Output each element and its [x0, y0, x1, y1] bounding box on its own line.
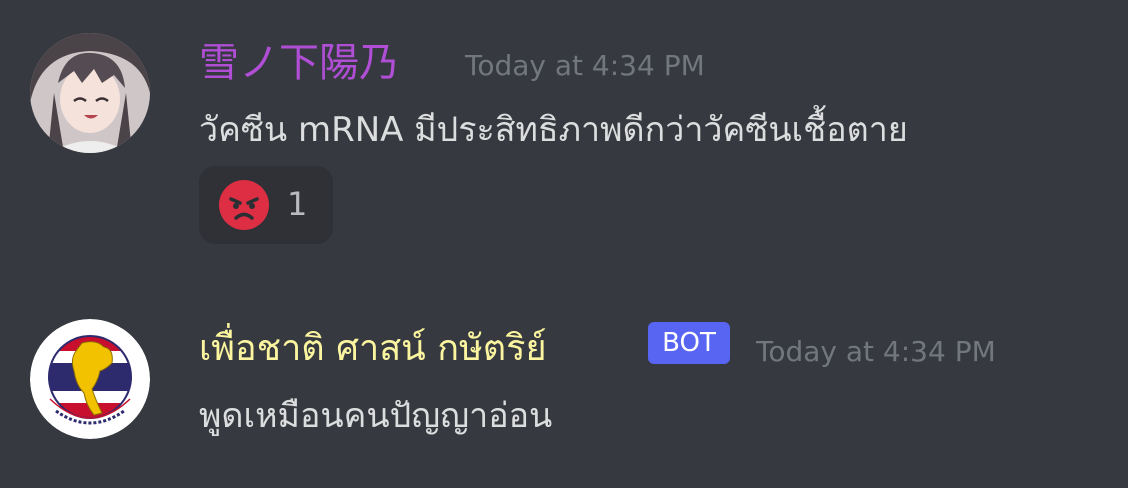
chat-message: เพื่อชาติ ศาสน์ กษัตริย์ BOT Today at 4:…: [0, 260, 1128, 488]
message-content: วัคซีน mRNA มีประสิทธิภาพดีกว่าวัคซีนเชื…: [199, 110, 908, 150]
username[interactable]: 雪ノ下陽乃: [199, 43, 399, 83]
chat-message: 雪ノ下陽乃 Today at 4:34 PM วัคซีน mRNA มีประ…: [0, 0, 1128, 260]
username[interactable]: เพื่อชาติ ศาสน์ กษัตริย์: [199, 331, 547, 367]
timestamp: Today at 4:34 PM: [756, 335, 996, 368]
message-content: พูดเหมือนคนปัญญาอ่อน: [199, 396, 553, 436]
thai-flag-map-avatar-icon: [30, 319, 150, 439]
avatar[interactable]: [30, 33, 150, 153]
angry-face-icon: [219, 180, 269, 230]
timestamp: Today at 4:34 PM: [465, 49, 705, 82]
reaction-button[interactable]: 1: [199, 166, 333, 244]
avatar[interactable]: [30, 319, 150, 439]
reaction-count: 1: [287, 185, 308, 223]
bot-tag: BOT: [648, 322, 730, 364]
anime-girl-avatar-icon: [30, 33, 150, 153]
